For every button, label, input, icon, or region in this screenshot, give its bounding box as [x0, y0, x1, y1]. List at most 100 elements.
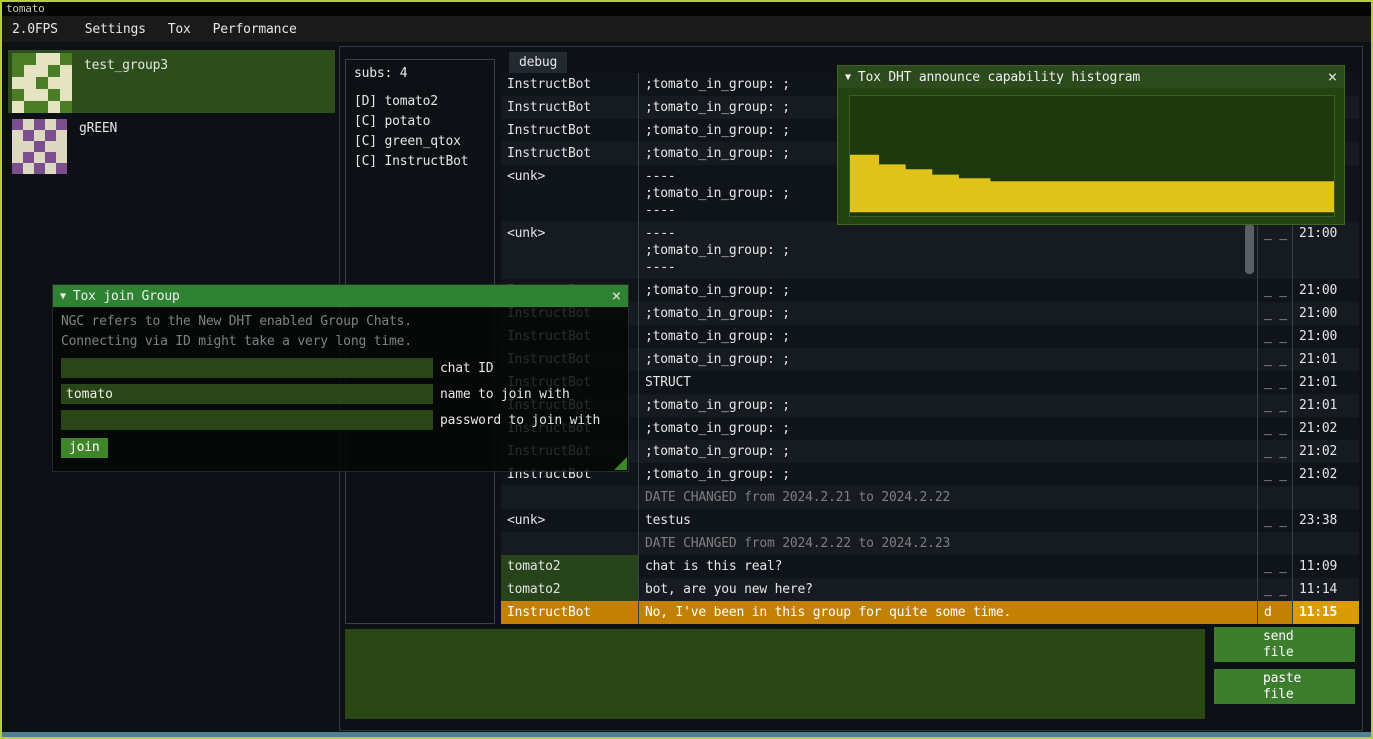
sender-name — [501, 486, 639, 509]
date-separator-row[interactable]: DATE CHANGED from 2024.2.22 to 2024.2.23 — [501, 532, 1359, 555]
join-button[interactable]: join — [61, 438, 108, 458]
join-password-input[interactable] — [61, 410, 433, 430]
message-text: ;tomato_in_group: ; — [639, 279, 1258, 302]
group-avatar — [12, 119, 67, 174]
delivery-status: d — [1258, 601, 1293, 624]
delivery-status: _ _ — [1258, 348, 1293, 371]
message-text: bot, are you new here? — [639, 578, 1258, 601]
menu-performance[interactable]: Performance — [202, 22, 308, 37]
subs-item[interactable]: [C] InstructBot — [354, 152, 494, 172]
sidebar: test_group3 gREEN — [8, 50, 335, 176]
chat-row[interactable]: InstructBot;tomato_in_group: ;_ _21:01 — [501, 394, 1359, 417]
send-file-button[interactable]: send file — [1214, 627, 1355, 662]
timestamp: 21:00 — [1293, 302, 1359, 325]
message-text: ;tomato_in_group: ; — [639, 302, 1258, 325]
timestamp — [1293, 532, 1359, 555]
join-desc-line2: Connecting via ID might take a very long… — [61, 332, 620, 352]
group-name: gREEN — [79, 121, 117, 136]
chat-row[interactable]: InstructBot;tomato_in_group: ;_ _21:02 — [501, 417, 1359, 440]
delivery-status: _ _ — [1258, 463, 1293, 486]
subs-title: subs: 4 — [354, 66, 494, 82]
join-close-icon[interactable]: × — [612, 288, 621, 304]
delivery-status: _ _ — [1258, 394, 1293, 417]
subs-item[interactable]: [C] green_qtox — [354, 132, 494, 152]
message-text: ;tomato_in_group: ; — [639, 394, 1258, 417]
histogram-close-icon[interactable]: × — [1328, 69, 1337, 85]
timestamp: 21:02 — [1293, 463, 1359, 486]
join-password-input-label: password to join with — [440, 413, 600, 428]
group-row-gREEN[interactable]: gREEN — [8, 113, 335, 176]
join-field-row: chat ID — [61, 358, 620, 378]
sender-name: tomato2 — [501, 578, 639, 601]
delivery-status — [1258, 532, 1293, 555]
message-text: ;tomato_in_group: ; — [639, 463, 1258, 486]
group-name: test_group3 — [84, 58, 168, 73]
collapse-icon[interactable]: ▼ — [60, 291, 66, 302]
delivery-status: _ _ — [1258, 440, 1293, 463]
tab-label: debug — [519, 55, 557, 70]
chat-row[interactable]: <unk>testus_ _23:38 — [501, 509, 1359, 532]
menu-settings[interactable]: Settings — [74, 22, 157, 37]
group-row-test_group3[interactable]: test_group3 — [8, 50, 335, 113]
timestamp: 21:02 — [1293, 440, 1359, 463]
chat-scrollbar[interactable] — [1245, 224, 1254, 274]
histogram-titlebar[interactable]: ▼ Tox DHT announce capability histogram … — [838, 66, 1344, 88]
join-name-input[interactable] — [61, 384, 433, 404]
timestamp: 21:00 — [1293, 222, 1359, 279]
chat-row[interactable]: InstructBot;tomato_in_group: ;_ _21:02 — [501, 463, 1359, 486]
message-text: DATE CHANGED from 2024.2.21 to 2024.2.22 — [639, 486, 1258, 509]
sender-name: tomato2 — [501, 555, 639, 578]
message-text: ----;tomato_in_group: ;---- — [639, 222, 1258, 279]
message-input[interactable] — [345, 629, 1205, 719]
message-text: DATE CHANGED from 2024.2.22 to 2024.2.23 — [639, 532, 1258, 555]
chat-row[interactable]: InstructBot;tomato_in_group: ;_ _21:00 — [501, 279, 1359, 302]
sender-name: InstructBot — [501, 601, 639, 624]
chat-row[interactable]: tomato2bot, are you new here?_ _11:14 — [501, 578, 1359, 601]
sender-name: InstructBot — [501, 73, 639, 96]
chat-row[interactable]: tomato2chat is this real?_ _11:09 — [501, 555, 1359, 578]
join-titlebar[interactable]: ▼ Tox join Group × — [53, 285, 628, 307]
chat-row[interactable]: InstructBotNo, I've been in this group f… — [501, 601, 1359, 624]
subs-list: [D] tomato2[C] potato[C] green_qtox[C] I… — [354, 92, 494, 172]
resize-grip[interactable] — [614, 457, 627, 470]
delivery-status: _ _ — [1258, 279, 1293, 302]
chat-row[interactable]: <unk>----;tomato_in_group: ;----_ _21:00 — [501, 222, 1359, 279]
collapse-icon[interactable]: ▼ — [845, 72, 851, 83]
join-window-title: Tox join Group — [73, 289, 604, 304]
subs-item[interactable]: [D] tomato2 — [354, 92, 494, 112]
histogram-plot — [849, 95, 1335, 217]
message-text: ;tomato_in_group: ; — [639, 417, 1258, 440]
sender-name: <unk> — [501, 222, 639, 279]
date-separator-row[interactable]: DATE CHANGED from 2024.2.21 to 2024.2.22 — [501, 486, 1359, 509]
message-text: chat is this real? — [639, 555, 1258, 578]
fps-counter: 2.0FPS — [10, 22, 74, 37]
tab-debug[interactable]: debug — [509, 52, 567, 73]
join-content: NGC refers to the New DHT enabled Group … — [53, 307, 628, 471]
chat-row[interactable]: InstructBotSTRUCT_ _21:01 — [501, 371, 1359, 394]
join-group-window: ▼ Tox join Group × NGC refers to the New… — [52, 284, 629, 472]
sender-name: <unk> — [501, 165, 639, 222]
sender-name: InstructBot — [501, 119, 639, 142]
subs-item[interactable]: [C] potato — [354, 112, 494, 132]
chat-row[interactable]: InstructBot;tomato_in_group: ;_ _21:01 — [501, 348, 1359, 371]
delivery-status: _ _ — [1258, 302, 1293, 325]
chat-row[interactable]: InstructBot;tomato_in_group: ;_ _21:00 — [501, 302, 1359, 325]
message-text: STRUCT — [639, 371, 1258, 394]
bottom-edge — [2, 732, 1371, 737]
menu-tox[interactable]: Tox — [157, 22, 202, 37]
timestamp: 21:01 — [1293, 348, 1359, 371]
app-title: tomato — [6, 2, 45, 15]
timestamp: 21:01 — [1293, 371, 1359, 394]
timestamp: 23:38 — [1293, 509, 1359, 532]
histogram-content — [838, 88, 1344, 224]
paste-file-button[interactable]: paste file — [1214, 669, 1355, 704]
chat-row[interactable]: InstructBot;tomato_in_group: ;_ _21:00 — [501, 325, 1359, 348]
timestamp: 21:00 — [1293, 325, 1359, 348]
menu-bar: 2.0FPSSettingsToxPerformance — [2, 16, 1371, 42]
chat-id-input[interactable] — [61, 358, 433, 378]
timestamp: 11:15 — [1293, 601, 1359, 624]
title-bar: tomato — [2, 2, 1371, 16]
chat-row[interactable]: InstructBot;tomato_in_group: ;_ _21:02 — [501, 440, 1359, 463]
message-text: No, I've been in this group for quite so… — [639, 601, 1258, 624]
message-text: ;tomato_in_group: ; — [639, 325, 1258, 348]
